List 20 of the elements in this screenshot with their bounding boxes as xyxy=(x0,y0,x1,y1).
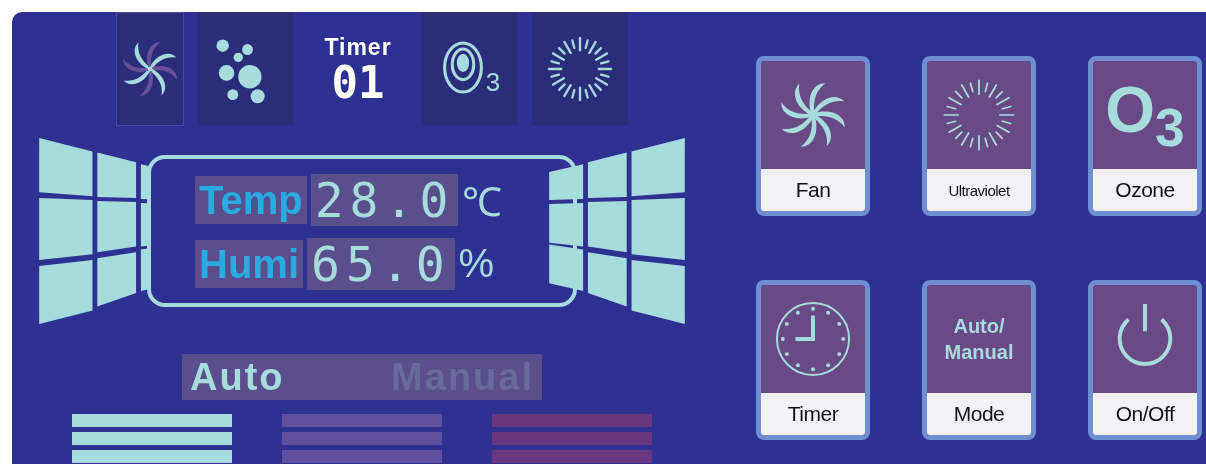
sunburst-icon xyxy=(545,34,615,104)
ozone-subscript: 3 xyxy=(485,67,501,98)
ozone-symbol: O$_{3}$ xyxy=(1105,72,1185,158)
control-button[interactable]: Auto/ Manual Mode xyxy=(922,280,1036,440)
control-button[interactable]: Ultraviolet xyxy=(922,56,1036,216)
control-button[interactable]: Fan xyxy=(756,56,870,216)
timer-digits: 01 xyxy=(331,60,385,105)
mode-label: Auto xyxy=(190,355,285,399)
control-button[interactable]: O$_{3}$ Ozone xyxy=(1088,56,1202,216)
timer-label: Timer xyxy=(324,33,392,61)
reading-unit: ℃ xyxy=(462,178,503,226)
reading-unit: % xyxy=(458,241,495,286)
mode-caption: Auto/ Manual xyxy=(943,314,1015,365)
reading-label: Temp xyxy=(195,176,307,224)
control-button[interactable]: Timer xyxy=(756,280,870,440)
reading-value: 65.0 xyxy=(307,237,455,290)
reading-label: Humi xyxy=(195,239,303,288)
reading-value: 28.0 xyxy=(310,174,459,226)
control-button[interactable]: On/Off xyxy=(1088,280,1202,440)
clock-icon xyxy=(774,300,852,378)
